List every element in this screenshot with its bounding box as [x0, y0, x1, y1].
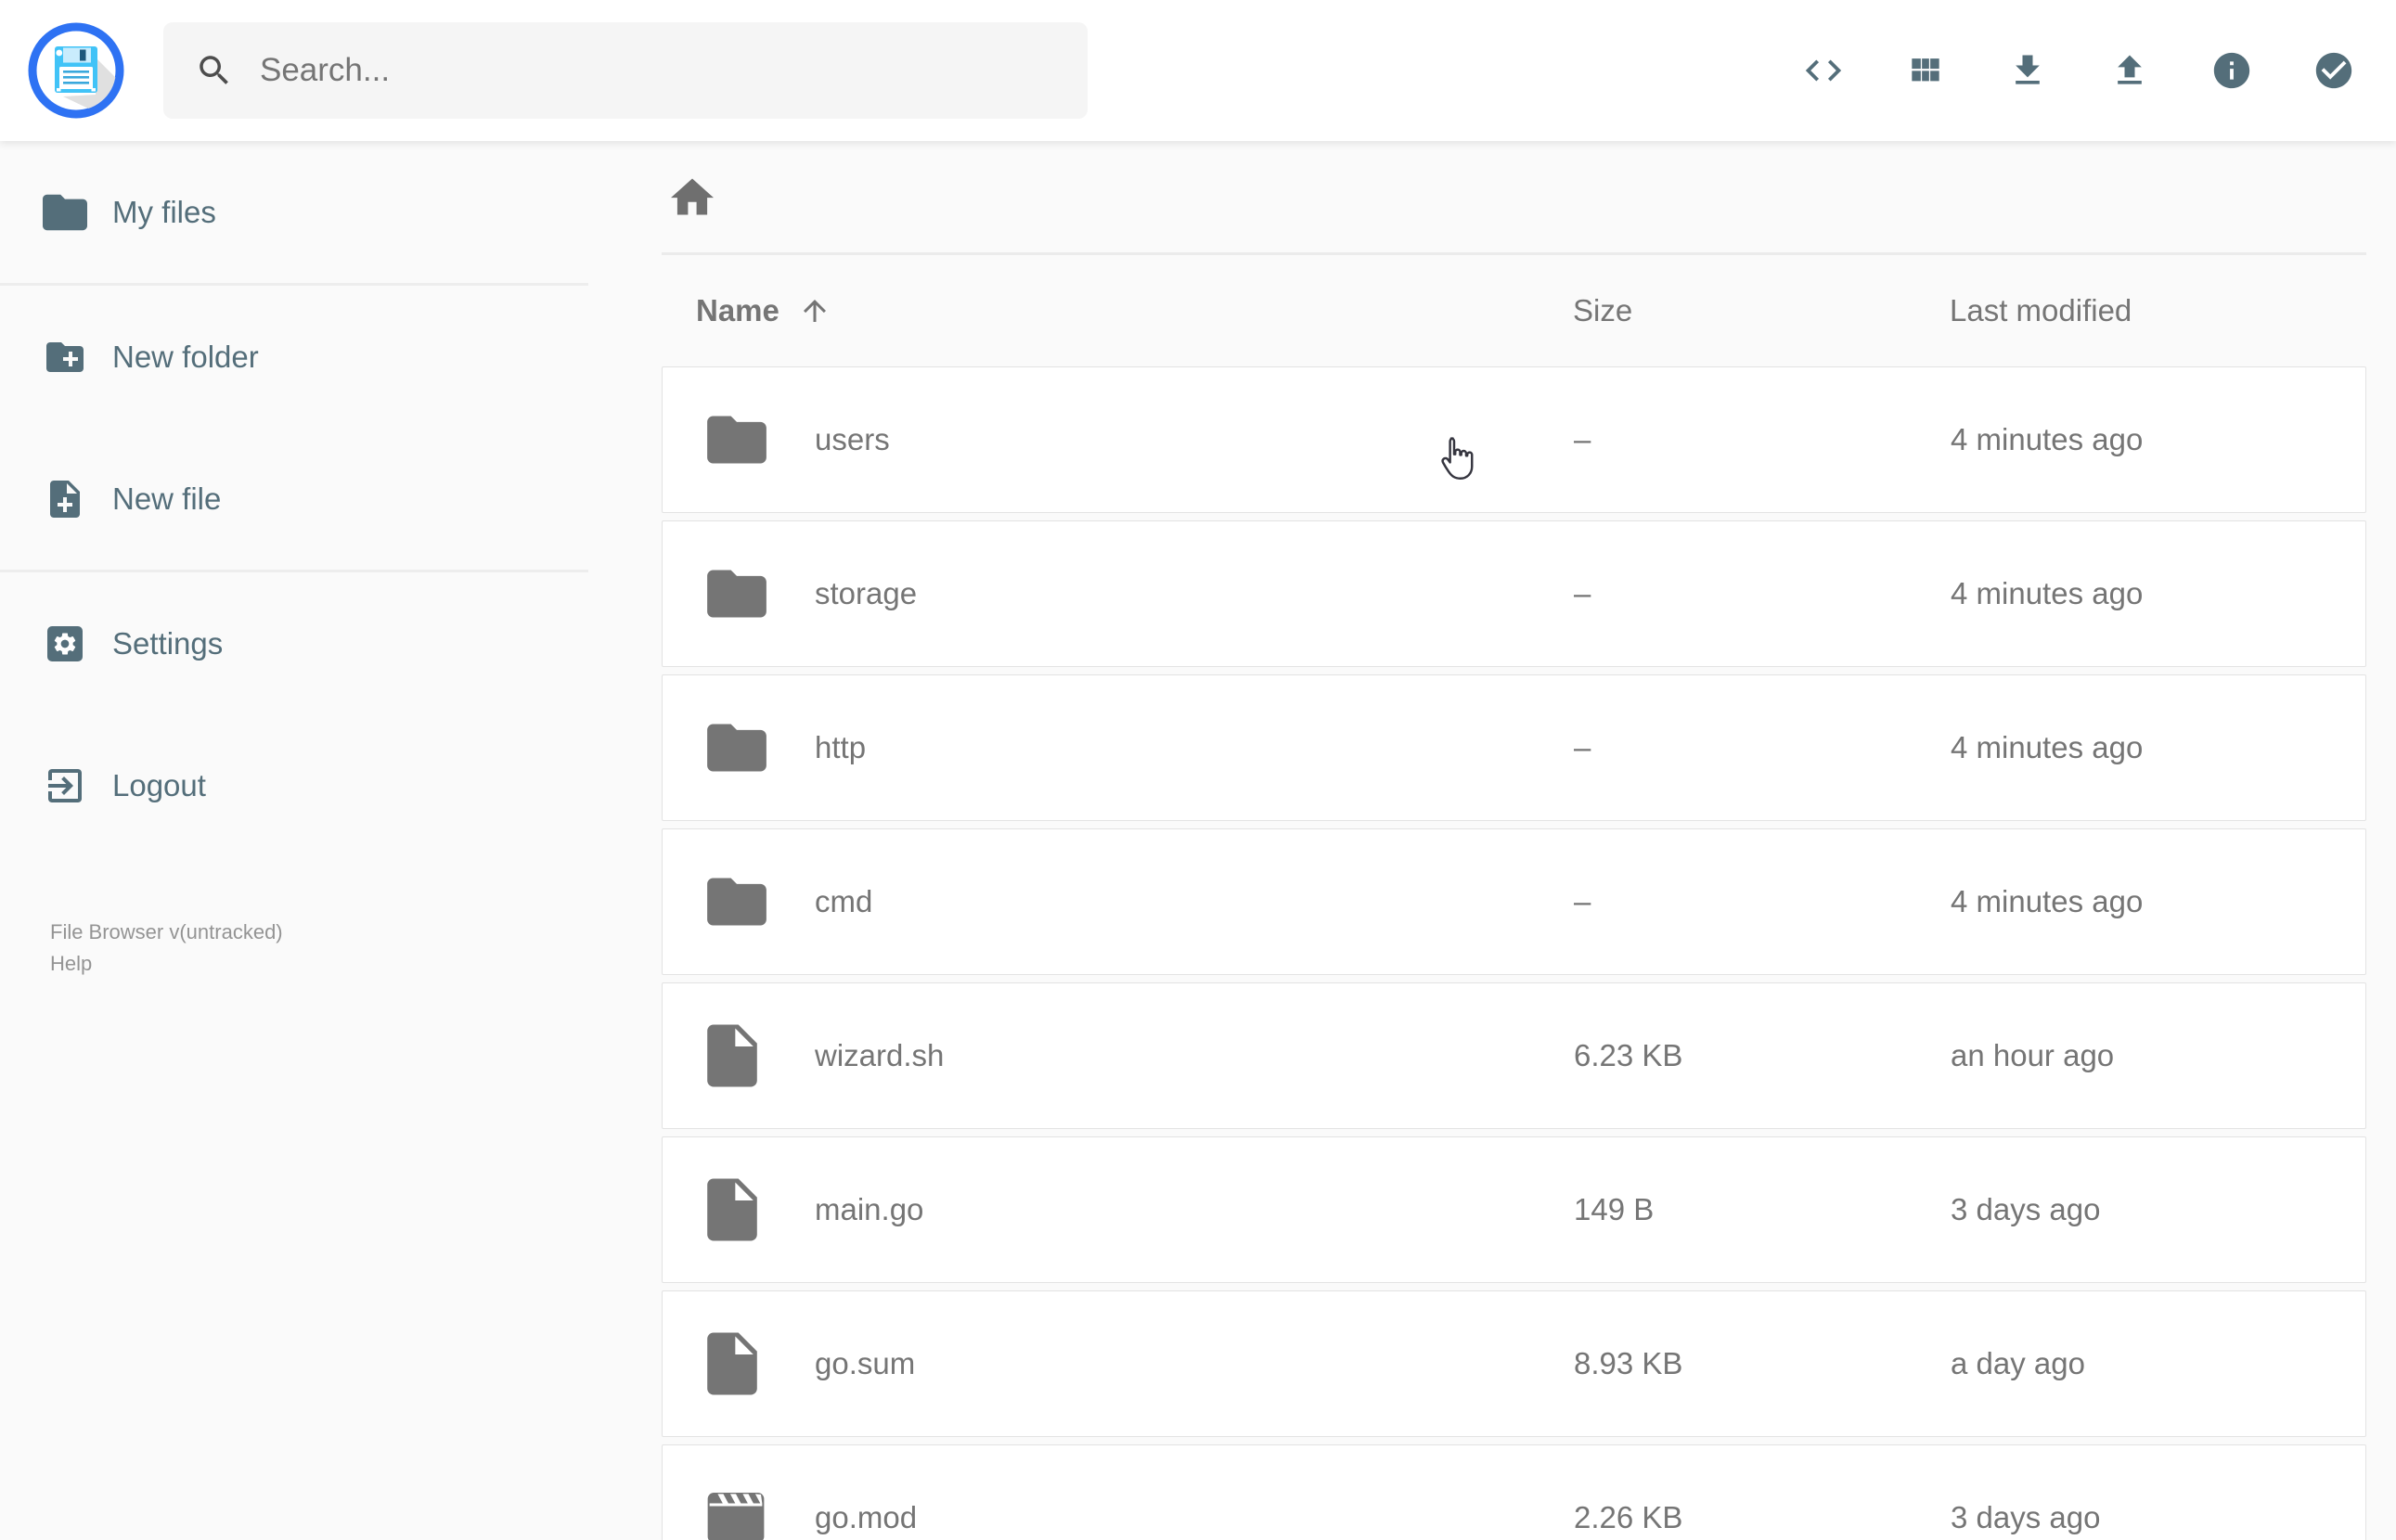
raw-view-button[interactable] [1802, 49, 1845, 92]
header-bar [0, 0, 2396, 141]
listing-header: Name Size Last modified [662, 255, 2366, 366]
sidebar-item-label: New folder [112, 339, 259, 374]
folder-icon [707, 725, 766, 772]
file-row-go.mod[interactable]: go.mod 2.26 KB 3 days ago [662, 1444, 2366, 1540]
file-listing: users – 4 minutes ago storage – 4 minute… [662, 366, 2366, 1540]
info-icon [2210, 49, 2253, 92]
file-row-main.go[interactable]: main.go 149 B 3 days ago [662, 1136, 2366, 1283]
file-icon [707, 1179, 757, 1241]
filebrowser-logo[interactable] [28, 22, 124, 119]
item-modified: 4 minutes ago [1951, 730, 2144, 764]
header-actions [1802, 0, 2355, 141]
column-header-size[interactable]: Size [1573, 293, 1632, 328]
item-size: 8.93 KB [1574, 1346, 1683, 1380]
item-name: main.go [815, 1192, 924, 1226]
file-row-wizard.sh[interactable]: wizard.sh 6.23 KB an hour ago [662, 982, 2366, 1129]
content-area: Name Size Last modified users – 4 minute… [588, 141, 2396, 1540]
item-size: – [1574, 884, 1591, 918]
select-multiple-button[interactable] [2312, 49, 2355, 92]
item-size: 6.23 KB [1574, 1038, 1683, 1072]
file-icon [707, 1025, 757, 1087]
info-button[interactable] [2210, 49, 2253, 92]
filebrowser-app: My files New folder New file Settings Lo… [0, 0, 2396, 1540]
sidebar-item-logout[interactable]: Logout [0, 714, 588, 856]
file-row-go.sum[interactable]: go.sum 8.93 KB a day ago [662, 1290, 2366, 1437]
folder-icon [43, 190, 87, 235]
sidebar: My files New folder New file Settings Lo… [0, 141, 588, 1540]
check-circle-icon [2312, 49, 2355, 92]
item-name: users [815, 422, 890, 456]
item-modified: 4 minutes ago [1951, 422, 2144, 456]
movie-icon [707, 1493, 765, 1540]
file-row-users[interactable]: users – 4 minutes ago [662, 366, 2366, 513]
item-name: storage [815, 576, 918, 610]
upload-icon [2109, 50, 2150, 91]
sidebar-item-new-file[interactable]: New file [0, 428, 588, 570]
sidebar-item-label: Settings [112, 625, 224, 661]
new-folder-icon [43, 335, 87, 379]
item-name: go.sum [815, 1346, 916, 1380]
item-size: 149 B [1574, 1192, 1655, 1226]
code-icon [1802, 49, 1845, 92]
logout-icon [43, 764, 87, 808]
sidebar-item-label: New file [112, 481, 222, 516]
item-name: http [815, 730, 867, 764]
sidebar-item-label: My files [112, 194, 216, 229]
sidebar-item-my-files[interactable]: My files [0, 141, 588, 283]
item-modified: 4 minutes ago [1951, 884, 2144, 918]
file-row-storage[interactable]: storage – 4 minutes ago [662, 520, 2366, 667]
item-size: – [1574, 422, 1591, 456]
file-row-http[interactable]: http – 4 minutes ago [662, 674, 2366, 821]
sidebar-item-settings[interactable]: Settings [0, 572, 588, 714]
grid-view-icon [1905, 50, 1946, 91]
download-button[interactable] [2006, 49, 2049, 92]
item-size: 2.26 KB [1574, 1500, 1683, 1534]
column-header-modified[interactable]: Last modified [1950, 293, 2132, 328]
column-header-name[interactable]: Name [696, 293, 831, 328]
item-modified: 3 days ago [1951, 1500, 2101, 1534]
file-icon [707, 1333, 757, 1395]
search-icon [195, 51, 234, 90]
settings-icon [43, 622, 87, 666]
breadcrumb-home-button[interactable] [667, 172, 717, 222]
item-modified: an hour ago [1951, 1038, 2115, 1072]
switch-view-button[interactable] [1904, 49, 1947, 92]
file-row-cmd[interactable]: cmd – 4 minutes ago [662, 828, 2366, 975]
item-size: – [1574, 730, 1591, 764]
item-modified: 3 days ago [1951, 1192, 2101, 1226]
floppy-disk-logo-icon [28, 22, 124, 119]
help-link[interactable]: Help [50, 948, 92, 980]
version-text: File Browser v(untracked) [50, 920, 283, 943]
folder-icon [707, 571, 766, 618]
download-icon [2007, 50, 2048, 91]
upload-button[interactable] [2108, 49, 2151, 92]
sidebar-item-label: Logout [112, 767, 206, 802]
item-size: – [1574, 576, 1591, 610]
home-icon [671, 178, 714, 215]
item-modified: a day ago [1951, 1346, 2085, 1380]
search-bar[interactable] [163, 22, 1088, 119]
new-file-icon [43, 477, 87, 521]
folder-icon [707, 417, 766, 464]
breadcrumb [662, 141, 2366, 252]
sidebar-item-new-folder[interactable]: New folder [0, 286, 588, 428]
item-name: go.mod [815, 1500, 918, 1534]
item-name: wizard.sh [815, 1038, 945, 1072]
item-name: cmd [815, 884, 873, 918]
item-modified: 4 minutes ago [1951, 576, 2144, 610]
sidebar-footer: File Browser v(untracked) Help [50, 917, 283, 980]
folder-icon [707, 879, 766, 926]
sort-ascending-icon[interactable] [798, 294, 831, 327]
search-input[interactable] [258, 51, 1023, 90]
